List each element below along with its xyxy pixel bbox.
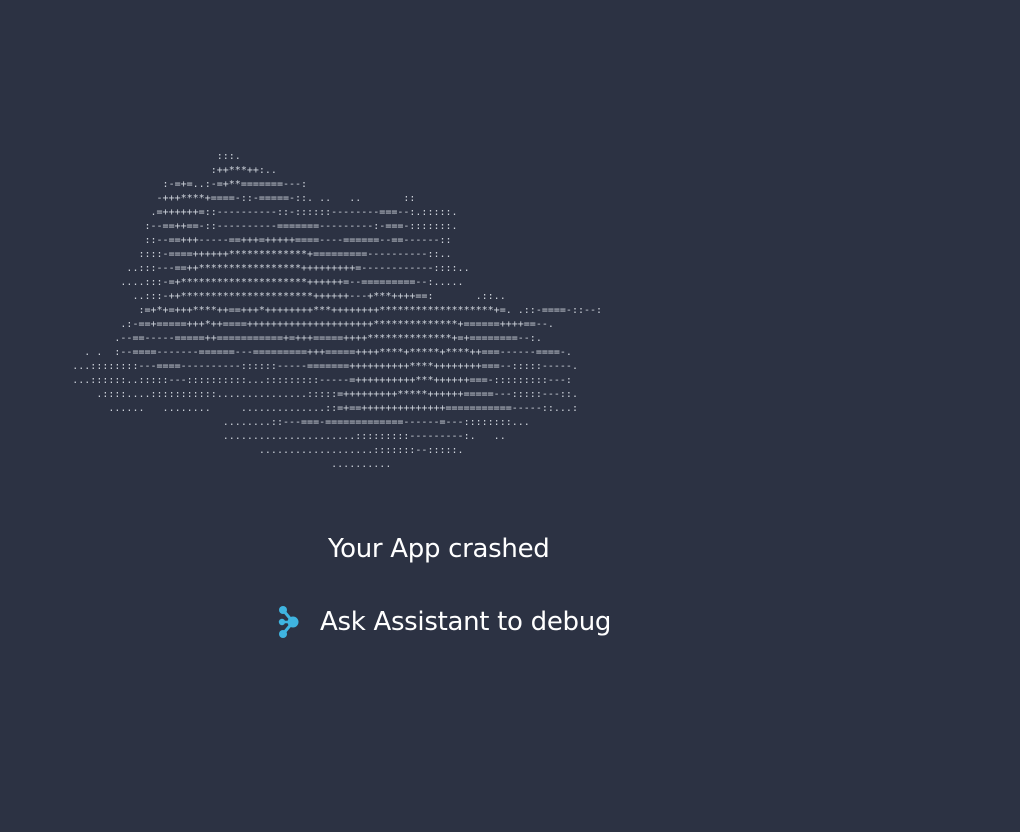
assistant-icon [274, 604, 304, 640]
crash-screen: :::. :++***++:.. :-=+=..:-=+**=======---… [0, 0, 1020, 832]
crash-title: Your App crashed [328, 534, 550, 564]
ascii-cloud-art: :::. :++***++:.. :-=+=..:-=+**=======---… [72, 151, 603, 470]
ask-assistant-label: Ask Assistant to debug [320, 607, 612, 637]
ask-assistant-debug-button[interactable]: Ask Assistant to debug [274, 600, 611, 644]
